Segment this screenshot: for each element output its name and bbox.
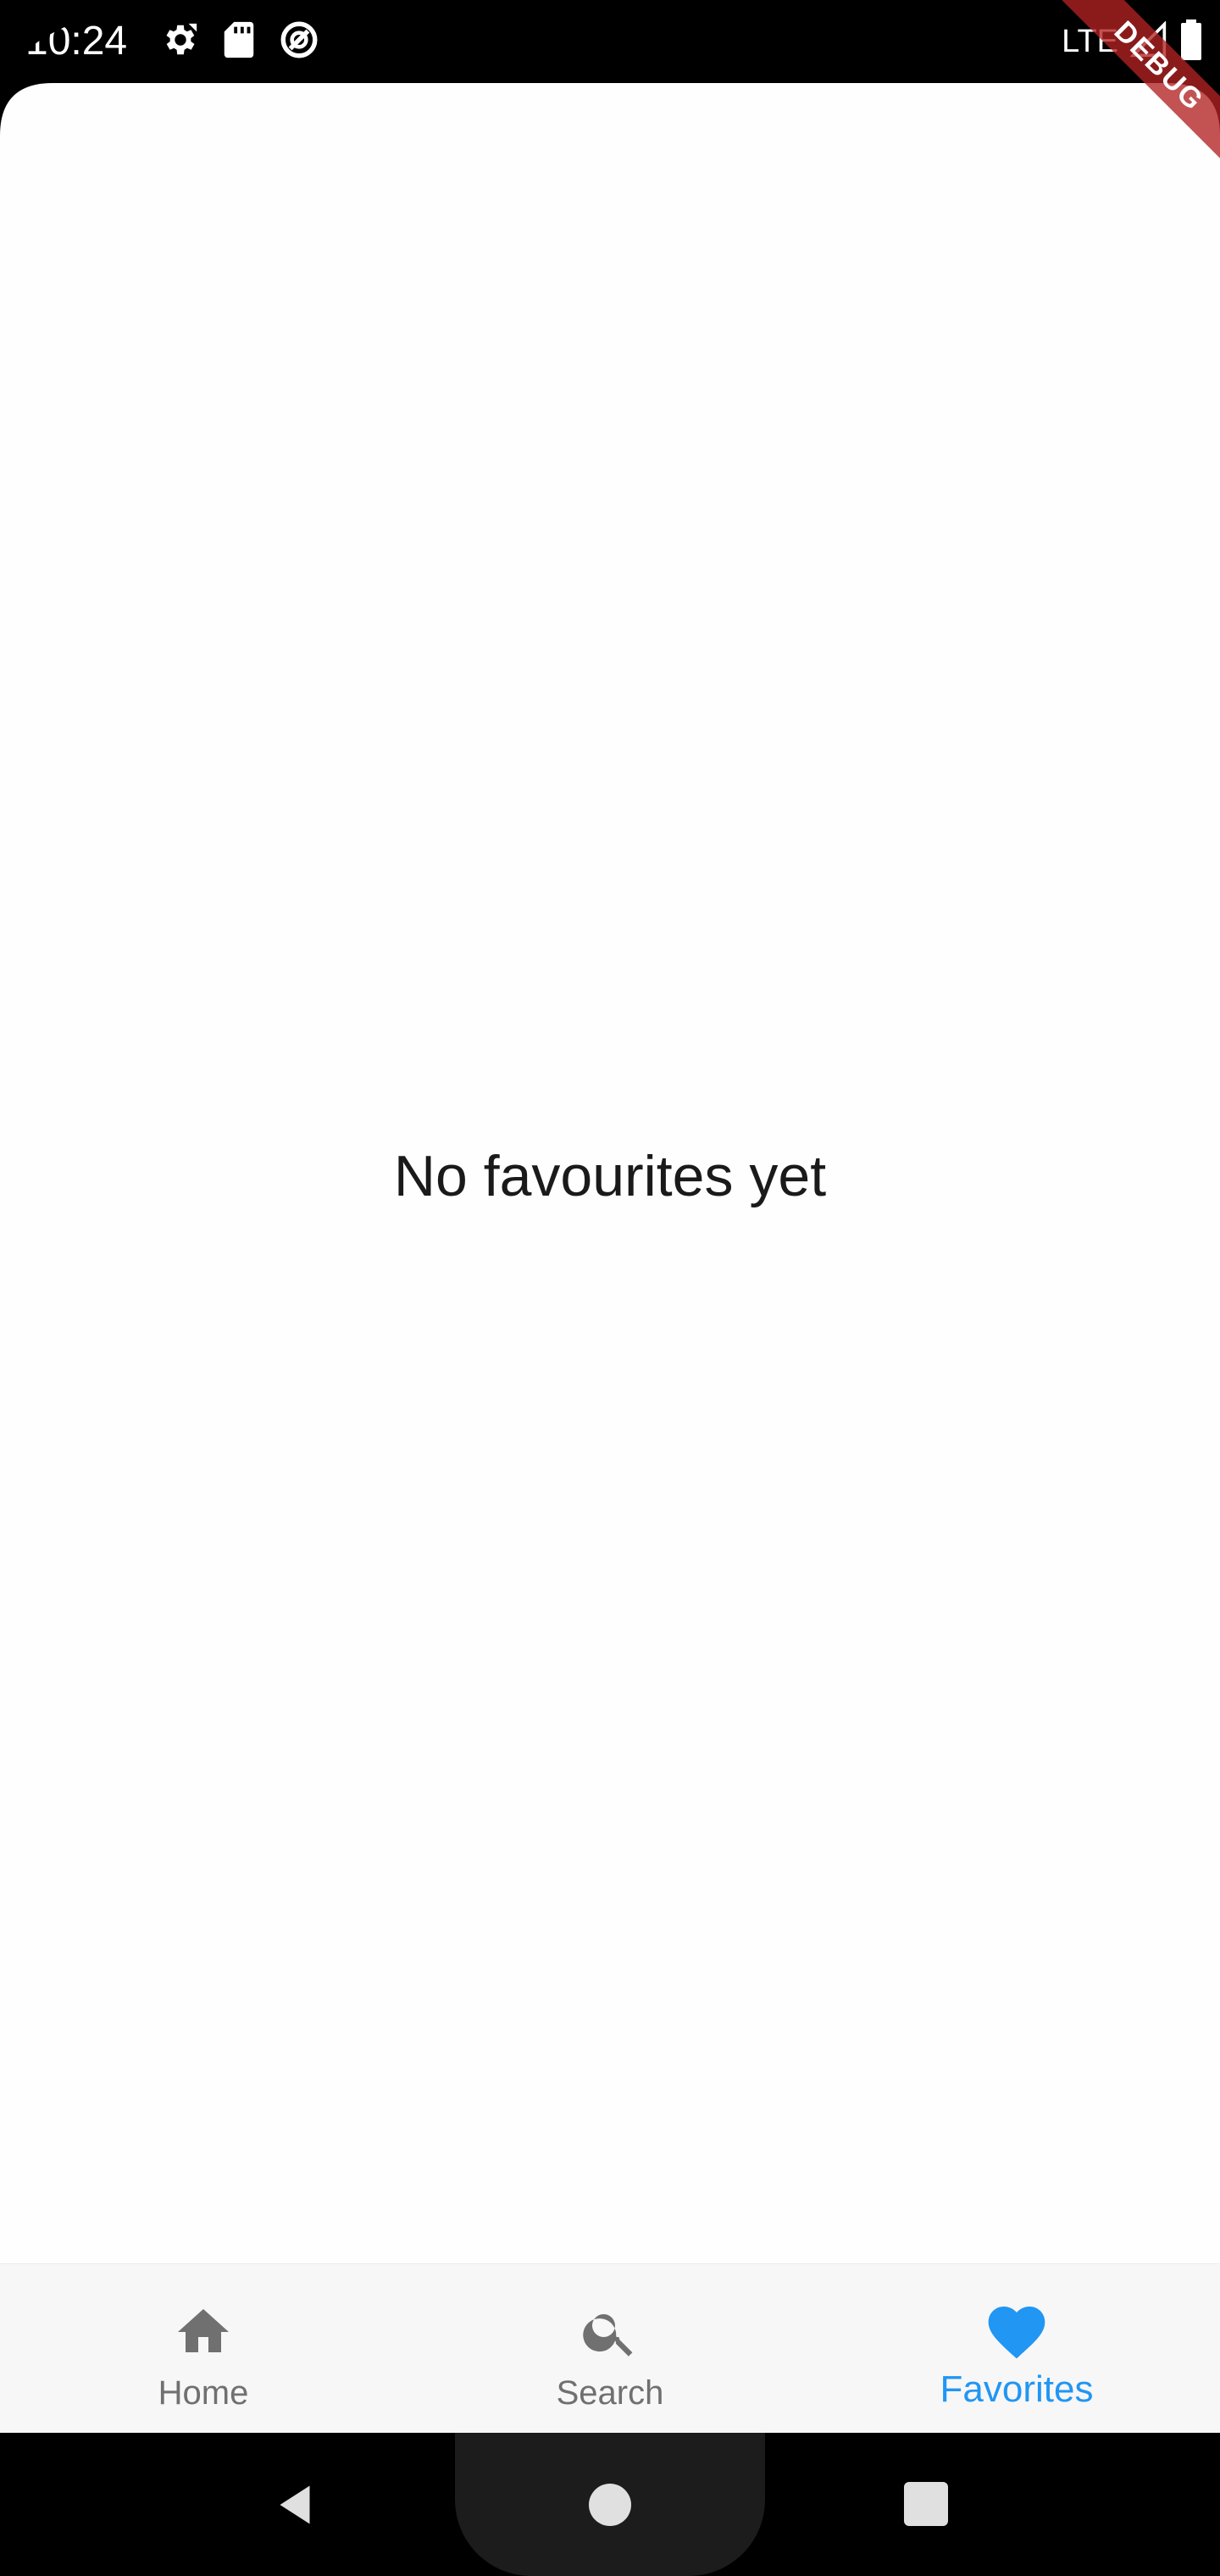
nav-item-home[interactable]: Home — [0, 2264, 407, 2434]
sd-card-icon — [222, 20, 256, 64]
home-circle-icon[interactable] — [589, 2484, 631, 2526]
data-saver-icon — [278, 19, 320, 65]
empty-state-message: No favourites yet — [393, 1144, 827, 1208]
nav-label-favorites: Favorites — [940, 2368, 1094, 2410]
recents-icon[interactable] — [904, 2482, 948, 2526]
bottom-navigation-bar: Home Search Favorites — [0, 2263, 1220, 2434]
signal-icon — [1129, 19, 1167, 63]
nav-label-search: Search — [556, 2374, 664, 2412]
status-time: 10:24 — [25, 19, 128, 64]
battery-icon — [1179, 19, 1203, 64]
search-icon — [576, 2298, 644, 2366]
home-icon — [169, 2298, 237, 2366]
phone-screen: 10:24 LTE No favourites yet DEBUG Home S… — [0, 0, 1220, 2576]
nav-item-search[interactable]: Search — [407, 2264, 813, 2434]
nav-item-favorites[interactable]: Favorites — [813, 2264, 1220, 2434]
system-navigation-bar — [0, 2433, 1220, 2576]
nav-label-home: Home — [158, 2374, 249, 2412]
network-type: LTE — [1062, 23, 1118, 59]
heart-icon — [983, 2298, 1051, 2366]
status-icons-right: LTE — [1062, 19, 1203, 64]
status-icons-left — [161, 20, 320, 63]
app-content: No favourites yet — [0, 83, 1220, 2433]
settings-icon — [161, 20, 200, 64]
back-icon[interactable] — [269, 2479, 320, 2530]
status-bar: 10:24 LTE — [0, 0, 1220, 83]
